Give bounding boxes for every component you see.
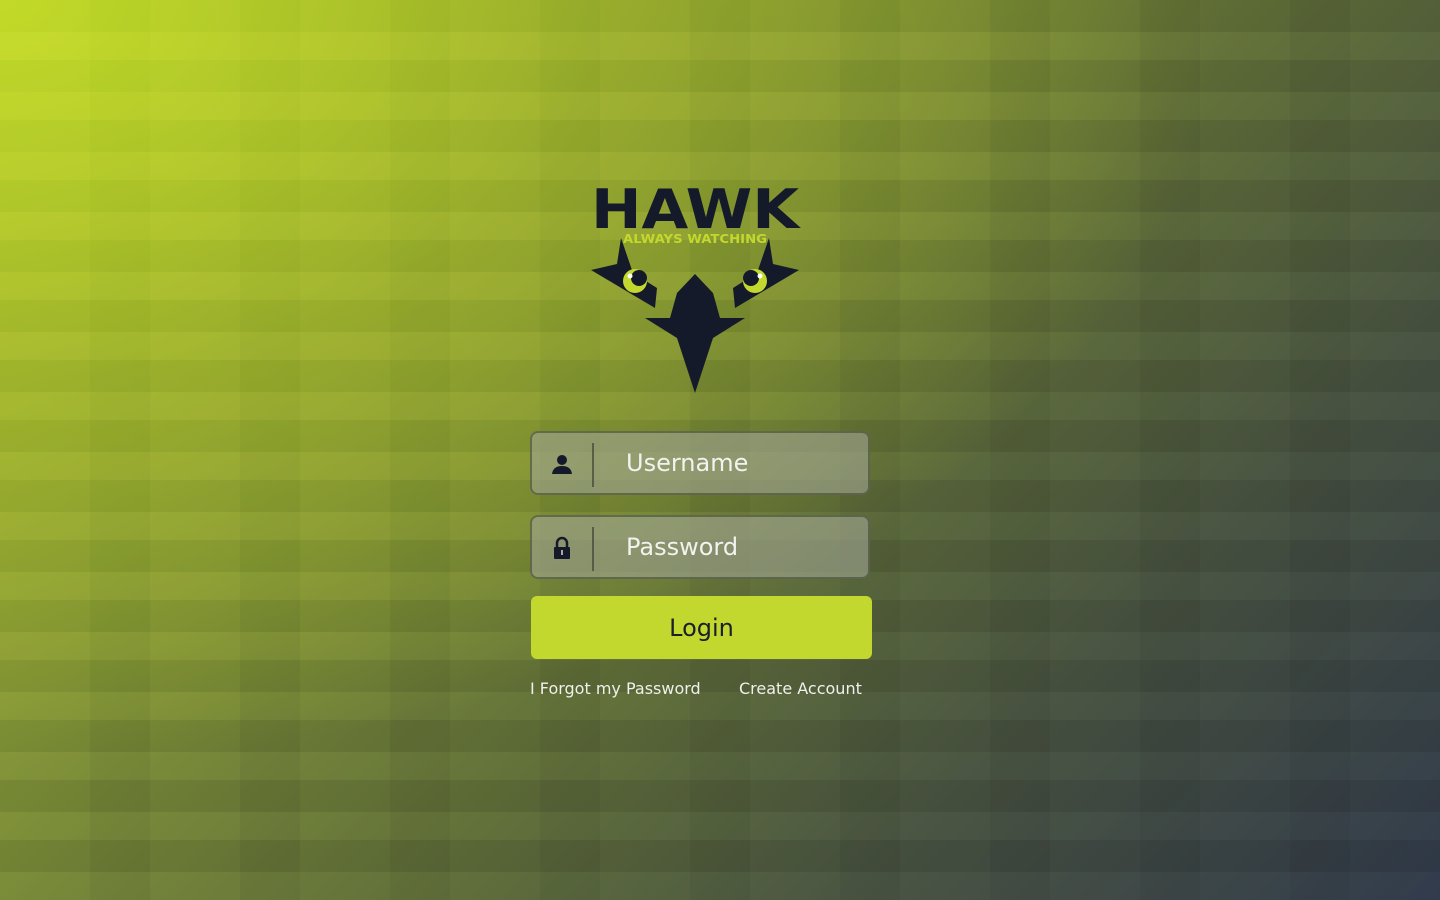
- logo-tagline: ALWAYS WATCHING: [623, 232, 767, 246]
- create-account-link[interactable]: Create Account: [739, 679, 862, 698]
- password-field: [530, 515, 870, 579]
- username-field: [530, 431, 870, 495]
- login-button[interactable]: Login: [531, 596, 872, 659]
- hawk-logo: HAWK ALWAYS WATCHING: [585, 178, 805, 398]
- forgot-password-link[interactable]: I Forgot my Password: [530, 679, 701, 698]
- field-divider: [592, 527, 594, 571]
- lock-icon: [554, 536, 570, 559]
- password-input[interactable]: [626, 517, 856, 577]
- username-input[interactable]: [626, 433, 856, 493]
- field-divider: [592, 443, 594, 487]
- user-icon: [552, 455, 572, 474]
